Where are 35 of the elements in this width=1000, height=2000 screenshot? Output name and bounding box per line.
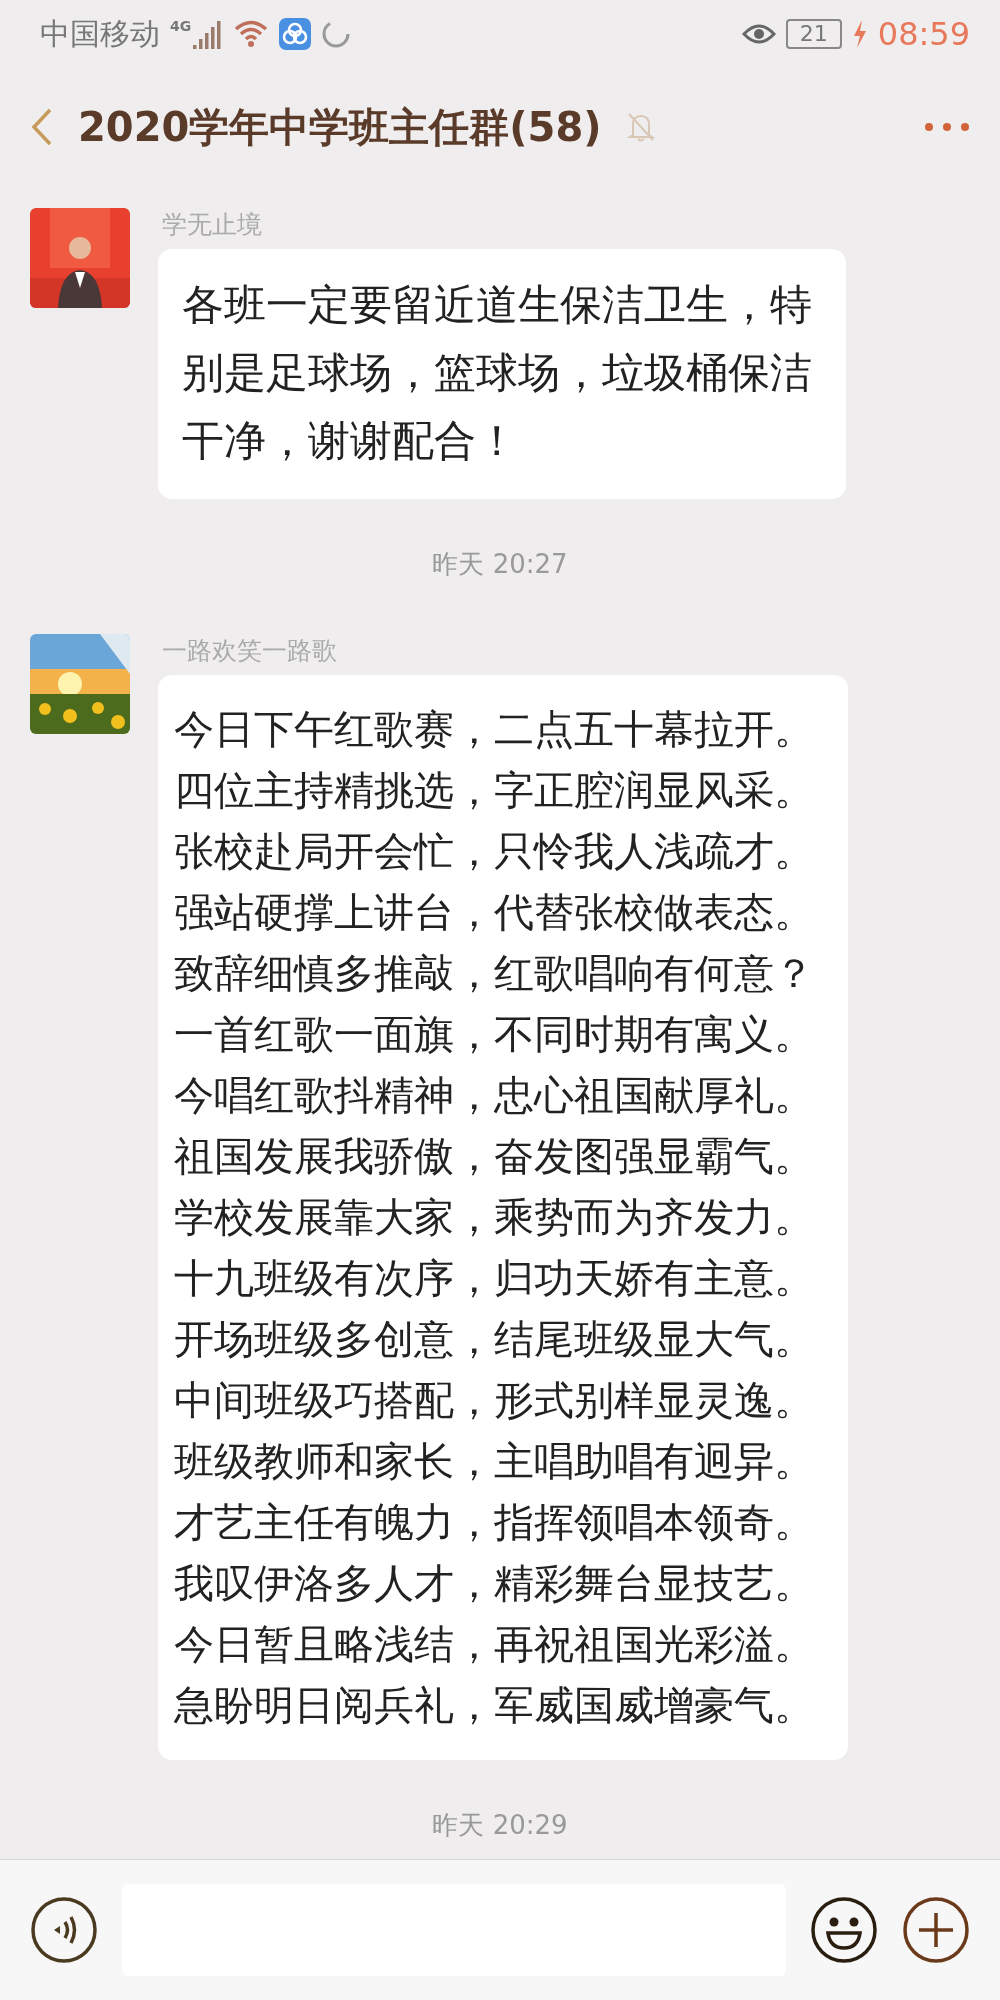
message-line: 班级教师和家长，主唱助唱有迥异。: [174, 1437, 815, 1486]
carrier-name: 中国移动: [40, 14, 160, 53]
emoji-icon[interactable]: [810, 1896, 878, 1964]
signal-icon: [193, 19, 224, 49]
message-line: 开场班级多创意，结尾班级显大气。: [174, 1315, 815, 1364]
timestamp: 昨天 20:29: [432, 1809, 568, 1842]
wifi-icon: [233, 19, 270, 49]
message-line: 我叹伊洛多人才，精彩舞台显技艺。: [174, 1559, 815, 1608]
plus-icon[interactable]: [902, 1896, 970, 1964]
message-line: 致辞细慎多推敲，红歌唱响有何意？: [174, 949, 815, 998]
message-line: 四位主持精挑选，字正腔润显风采。: [174, 766, 815, 815]
app-icon: [279, 18, 312, 50]
voice-icon[interactable]: [30, 1896, 98, 1964]
chat-title: 2020学年中学班主任群(58): [78, 102, 602, 152]
timestamp: 昨天 20:27: [432, 548, 568, 581]
battery-level: 21: [785, 19, 842, 49]
message-line: 今日暂且略浅结，再祝祖国光彩溢。: [174, 1620, 815, 1669]
sender-name: 学无止境: [162, 209, 263, 241]
more-icon[interactable]: [924, 122, 970, 132]
sender-name: 一路欢笑一路歌: [162, 635, 338, 667]
message-line: 急盼明日阅兵礼，军威国威增豪气。: [174, 1681, 815, 1730]
message-line: 张校赴局开会忙，只怜我人浅疏才。: [174, 827, 815, 876]
message-line: 强站硬撑上讲台，代替张校做表态。: [174, 888, 815, 937]
message-line: 一首红歌一面旗，不同时期有寓义。: [174, 1010, 815, 1059]
message-line: 才艺主任有魄力，指挥领唱本领奇。: [174, 1498, 815, 1547]
clock-time: 08:59: [877, 15, 970, 53]
message-line: 十九班级有次序，归功天娇有主意。: [174, 1254, 815, 1303]
message-line: 中间班级巧搭配，形式别样显灵逸。: [174, 1376, 815, 1425]
message-line: 学校发展靠大家，乘势而为齐发力。: [174, 1193, 815, 1242]
message-line: 今日下午红歌赛，二点五十幕拉开。: [174, 705, 815, 754]
message-line: 祖国发展我骄傲，奋发图强显霸气。: [174, 1132, 815, 1181]
network-type: 4G: [170, 18, 192, 34]
message-text: 各班一定要留近道生保洁卫生，特别是足球场，篮球场，垃圾桶保洁干净，谢谢配合！: [182, 280, 812, 465]
charging-icon: [851, 20, 868, 48]
message-line: 今唱红歌抖精神，忠心祖国献厚礼。: [174, 1071, 815, 1120]
